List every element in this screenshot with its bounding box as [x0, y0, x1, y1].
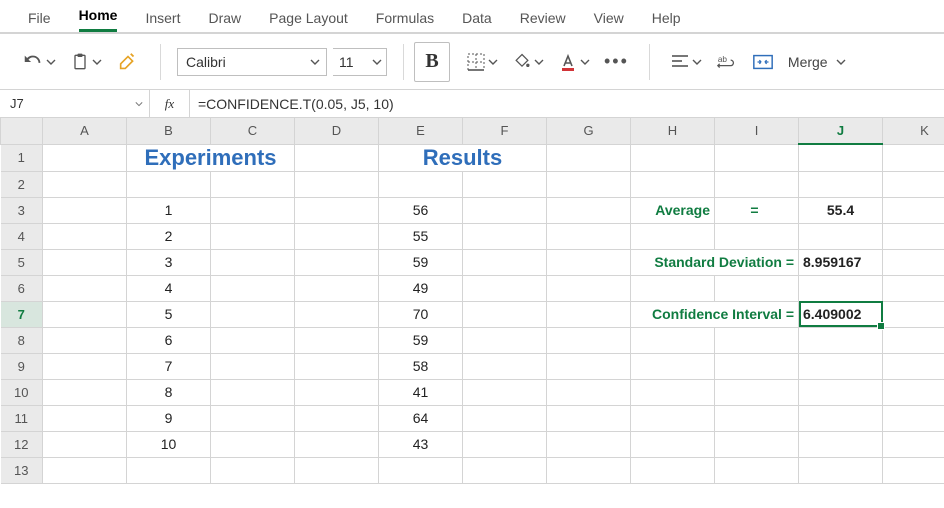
tab-draw[interactable]: Draw: [208, 10, 241, 32]
row-head-2[interactable]: 2: [1, 171, 43, 197]
cell-E3[interactable]: 56: [379, 197, 463, 223]
borders-button[interactable]: [462, 47, 502, 77]
title-results: Results: [379, 144, 547, 171]
row-head-7[interactable]: 7: [1, 301, 43, 327]
name-box[interactable]: J7: [0, 90, 150, 117]
title-experiments: Experiments: [127, 144, 295, 171]
col-head-D[interactable]: D: [295, 118, 379, 144]
col-head-G[interactable]: G: [547, 118, 631, 144]
merge-label: Merge: [784, 54, 828, 70]
cell-B3[interactable]: 1: [127, 197, 211, 223]
cell-E9[interactable]: 58: [379, 353, 463, 379]
clipboard-button[interactable]: [66, 47, 106, 77]
label-average-h: Average: [631, 197, 715, 223]
cell-E4[interactable]: 55: [379, 223, 463, 249]
font-size-value: 11: [339, 54, 354, 70]
spreadsheet-grid[interactable]: A B C D E F G H I J K 1 Experiments Resu…: [0, 118, 944, 484]
cell-B10[interactable]: 8: [127, 379, 211, 405]
font-name-select[interactable]: Calibri: [177, 48, 327, 76]
select-all-cell[interactable]: [1, 118, 43, 144]
tab-formulas[interactable]: Formulas: [376, 10, 434, 32]
wrap-text-button[interactable]: ab: [712, 47, 742, 77]
row-head-5[interactable]: 5: [1, 249, 43, 275]
font-color-button[interactable]: [554, 47, 594, 77]
tab-review[interactable]: Review: [520, 10, 566, 32]
cell-B11[interactable]: 9: [127, 405, 211, 431]
cell-B9[interactable]: 7: [127, 353, 211, 379]
ribbon-tabs: File Home Insert Draw Page Layout Formul…: [0, 0, 944, 34]
col-head-B[interactable]: B: [127, 118, 211, 144]
label-stddev: Standard Deviation =: [631, 249, 799, 275]
cell-J3-average[interactable]: 55.4: [799, 197, 883, 223]
cell-E6[interactable]: 49: [379, 275, 463, 301]
row-head-4[interactable]: 4: [1, 223, 43, 249]
tab-help[interactable]: Help: [652, 10, 681, 32]
col-head-A[interactable]: A: [43, 118, 127, 144]
insert-function-button[interactable]: fx: [150, 90, 190, 117]
bold-button[interactable]: B: [414, 42, 450, 82]
cell-E8[interactable]: 59: [379, 327, 463, 353]
cell-B6[interactable]: 4: [127, 275, 211, 301]
row-head-8[interactable]: 8: [1, 327, 43, 353]
col-head-J[interactable]: J: [799, 118, 883, 144]
tab-view[interactable]: View: [594, 10, 624, 32]
cell-E11[interactable]: 64: [379, 405, 463, 431]
formula-bar: J7 fx =CONFIDENCE.T(0.05, J5, 10): [0, 90, 944, 118]
cell-E10[interactable]: 41: [379, 379, 463, 405]
formula-input[interactable]: =CONFIDENCE.T(0.05, J5, 10): [190, 90, 944, 117]
tab-data[interactable]: Data: [462, 10, 492, 32]
fill-color-button[interactable]: [508, 47, 548, 77]
cell-B12[interactable]: 10: [127, 431, 211, 457]
row-head-10[interactable]: 10: [1, 379, 43, 405]
tab-home[interactable]: Home: [79, 7, 118, 32]
name-box-value: J7: [10, 96, 24, 111]
row-head-12[interactable]: 12: [1, 431, 43, 457]
row-head-11[interactable]: 11: [1, 405, 43, 431]
cell-E5[interactable]: 59: [379, 249, 463, 275]
row-head-13[interactable]: 13: [1, 457, 43, 483]
label-confint: Confidence Interval =: [631, 301, 799, 327]
more-options-button[interactable]: •••: [600, 47, 633, 77]
chevron-down-icon: [836, 57, 846, 67]
ribbon-toolbar: Calibri 11 B ••• ab: [0, 34, 944, 90]
merge-center-button[interactable]: [748, 47, 778, 77]
tab-insert[interactable]: Insert: [145, 10, 180, 32]
cell-E12[interactable]: 43: [379, 431, 463, 457]
row-head-3[interactable]: 3: [1, 197, 43, 223]
tab-file[interactable]: File: [28, 10, 51, 32]
col-head-K[interactable]: K: [883, 118, 944, 144]
cell-B4[interactable]: 2: [127, 223, 211, 249]
cell-J7-confint[interactable]: 6.409002: [799, 301, 883, 327]
align-left-button[interactable]: [666, 47, 706, 77]
row-head-9[interactable]: 9: [1, 353, 43, 379]
font-size-select[interactable]: 11: [333, 48, 387, 76]
cell-B8[interactable]: 6: [127, 327, 211, 353]
undo-button[interactable]: [18, 47, 60, 77]
svg-text:ab: ab: [718, 55, 728, 64]
cell-B7[interactable]: 5: [127, 301, 211, 327]
col-head-C[interactable]: C: [211, 118, 295, 144]
format-painter-button[interactable]: [112, 47, 144, 77]
font-name-value: Calibri: [186, 54, 226, 70]
cell-J5-stddev[interactable]: 8.959167: [799, 249, 883, 275]
col-head-F[interactable]: F: [463, 118, 547, 144]
cell-B5[interactable]: 3: [127, 249, 211, 275]
cell-E7[interactable]: 70: [379, 301, 463, 327]
row-head-6[interactable]: 6: [1, 275, 43, 301]
label-average-i: =: [715, 197, 799, 223]
tab-page-layout[interactable]: Page Layout: [269, 10, 348, 32]
col-head-E[interactable]: E: [379, 118, 463, 144]
col-head-I[interactable]: I: [715, 118, 799, 144]
col-head-H[interactable]: H: [631, 118, 715, 144]
row-head-1[interactable]: 1: [1, 144, 43, 171]
